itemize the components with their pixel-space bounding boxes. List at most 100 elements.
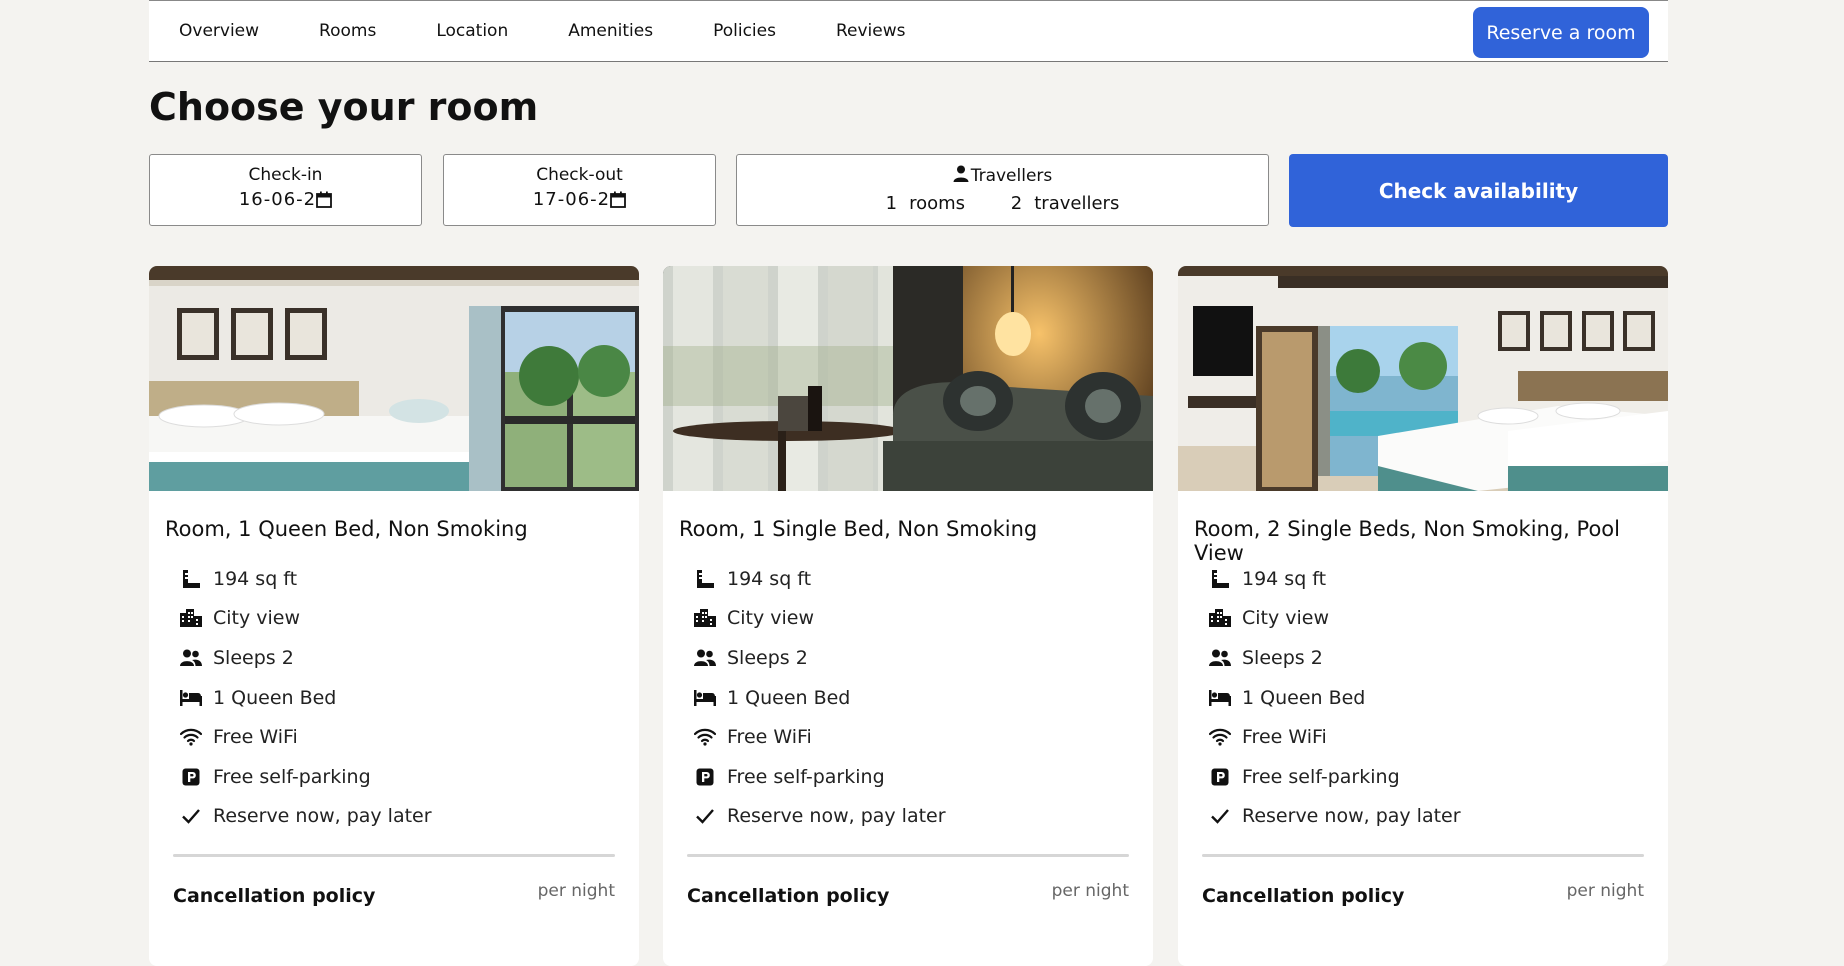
feature-list: 194 sq ft City view Sleeps 2 1 Queen Bed…	[149, 559, 639, 836]
feature-wifi: Free WiFi	[727, 726, 812, 749]
tab-reviews[interactable]: Reviews	[836, 21, 906, 41]
list-item: 194 sq ft	[1208, 559, 1668, 599]
room-card[interactable]: Room, 1 Queen Bed, Non Smoking 194 sq ft…	[149, 266, 639, 966]
list-item: Free self-parking	[179, 757, 639, 797]
divider	[687, 854, 1129, 858]
list-item: Reserve now, pay later	[1208, 797, 1668, 837]
room-photo[interactable]	[663, 266, 1153, 491]
check-icon	[693, 805, 717, 827]
feature-sleeps: Sleeps 2	[213, 646, 294, 669]
room-photo[interactable]	[1178, 266, 1668, 491]
city-icon	[693, 607, 717, 629]
room-card[interactable]: Room, 2 Single Beds, Non Smoking, Pool V…	[1178, 266, 1668, 966]
feature-wifi: Free WiFi	[213, 726, 298, 749]
check-availability-button[interactable]: Check availability	[1289, 154, 1668, 227]
bed-icon	[1208, 687, 1232, 709]
room-name[interactable]: Room, 1 Single Bed, Non Smoking	[679, 517, 1153, 547]
person-icon	[953, 165, 969, 187]
cancellation-policy-heading: Cancellation policy	[1202, 885, 1405, 908]
checkin-value: 16-06-2	[238, 189, 317, 210]
feature-parking: Free self-parking	[213, 765, 371, 788]
list-item: Free self-parking	[1208, 757, 1668, 797]
top-nav: Overview Rooms Location Amenities Polici…	[149, 0, 1668, 62]
feature-sleeps: Sleeps 2	[1242, 646, 1323, 669]
list-item: Reserve now, pay later	[693, 797, 1153, 837]
people-icon	[693, 647, 717, 669]
list-item: 1 Queen Bed	[693, 678, 1153, 718]
feature-reserve-later: Reserve now, pay later	[213, 805, 432, 828]
feature-reserve-later: Reserve now, pay later	[1242, 805, 1461, 828]
divider	[1202, 854, 1644, 858]
checkin-field[interactable]: Check-in 16-06-2	[149, 154, 422, 226]
feature-area: 194 sq ft	[213, 567, 298, 590]
feature-area: 194 sq ft	[1242, 567, 1327, 590]
rooms-word: rooms	[909, 193, 966, 214]
page-title: Choose your room	[149, 85, 539, 129]
feature-parking: Free self-parking	[727, 765, 885, 788]
list-item: Sleeps 2	[1208, 638, 1668, 678]
feature-view: City view	[1242, 607, 1330, 630]
room-name[interactable]: Room, 1 Queen Bed, Non Smoking	[165, 517, 639, 547]
per-night-label: per night	[1051, 881, 1129, 902]
search-bar: Check-in 16-06-2 Check-out 17-06-2 Trave…	[149, 154, 1668, 228]
feature-bed: 1 Queen Bed	[213, 686, 337, 709]
city-icon	[179, 607, 203, 629]
list-item: Free WiFi	[179, 717, 639, 757]
travellers-label: Travellers	[970, 166, 1053, 186]
reserve-room-button[interactable]: Reserve a room	[1473, 7, 1649, 58]
list-item: Sleeps 2	[693, 638, 1153, 678]
travellers-word: travellers	[1034, 193, 1120, 214]
wifi-icon	[693, 726, 717, 748]
tab-overview[interactable]: Overview	[179, 21, 259, 41]
feature-bed: 1 Queen Bed	[1242, 686, 1366, 709]
feature-list: 194 sq ft City view Sleeps 2 1 Queen Bed…	[663, 559, 1153, 836]
cancellation-policy-heading: Cancellation policy	[687, 885, 890, 908]
wifi-icon	[179, 726, 203, 748]
per-night-label: per night	[537, 881, 615, 902]
list-item: 1 Queen Bed	[179, 678, 639, 718]
calendar-icon[interactable]	[610, 191, 627, 213]
list-item: Free WiFi	[693, 717, 1153, 757]
tab-rooms[interactable]: Rooms	[319, 21, 376, 41]
per-night-label: per night	[1566, 881, 1644, 902]
feature-reserve-later: Reserve now, pay later	[727, 805, 946, 828]
travellers-field[interactable]: Travellers 1 rooms 2 travellers	[736, 154, 1269, 226]
room-card[interactable]: Room, 1 Single Bed, Non Smoking 194 sq f…	[663, 266, 1153, 966]
tab-amenities[interactable]: Amenities	[568, 21, 653, 41]
checkout-field[interactable]: Check-out 17-06-2	[443, 154, 716, 226]
checkin-label: Check-in	[248, 165, 323, 185]
ruler-icon	[179, 568, 203, 590]
feature-parking: Free self-parking	[1242, 765, 1400, 788]
list-item: City view	[179, 599, 639, 639]
people-icon	[1208, 647, 1232, 669]
ruler-icon	[1208, 568, 1232, 590]
tab-policies[interactable]: Policies	[713, 21, 776, 41]
bed-icon	[179, 687, 203, 709]
cancellation-policy-heading: Cancellation policy	[173, 885, 376, 908]
room-photo[interactable]	[149, 266, 639, 491]
list-item: 1 Queen Bed	[1208, 678, 1668, 718]
list-item: Free self-parking	[693, 757, 1153, 797]
feature-view: City view	[727, 607, 815, 630]
parking-icon	[1208, 766, 1232, 788]
feature-wifi: Free WiFi	[1242, 726, 1327, 749]
list-item: Reserve now, pay later	[179, 797, 639, 837]
parking-icon	[693, 766, 717, 788]
room-name[interactable]: Room, 2 Single Beds, Non Smoking, Pool V…	[1194, 517, 1668, 565]
parking-icon	[179, 766, 203, 788]
checkout-label: Check-out	[536, 165, 623, 185]
feature-view: City view	[213, 607, 301, 630]
calendar-icon[interactable]	[316, 191, 333, 213]
wifi-icon	[1208, 726, 1232, 748]
feature-list: 194 sq ft City view Sleeps 2 1 Queen Bed…	[1178, 559, 1668, 836]
tab-location[interactable]: Location	[436, 21, 508, 41]
list-item: 194 sq ft	[693, 559, 1153, 599]
list-item: City view	[1208, 599, 1668, 639]
check-icon	[1208, 805, 1232, 827]
divider	[173, 854, 615, 858]
list-item: 194 sq ft	[179, 559, 639, 599]
rooms-count[interactable]: 1	[886, 193, 897, 214]
ruler-icon	[693, 568, 717, 590]
travellers-count[interactable]: 2	[1011, 193, 1022, 214]
room-list: Room, 1 Queen Bed, Non Smoking 194 sq ft…	[149, 266, 1668, 966]
